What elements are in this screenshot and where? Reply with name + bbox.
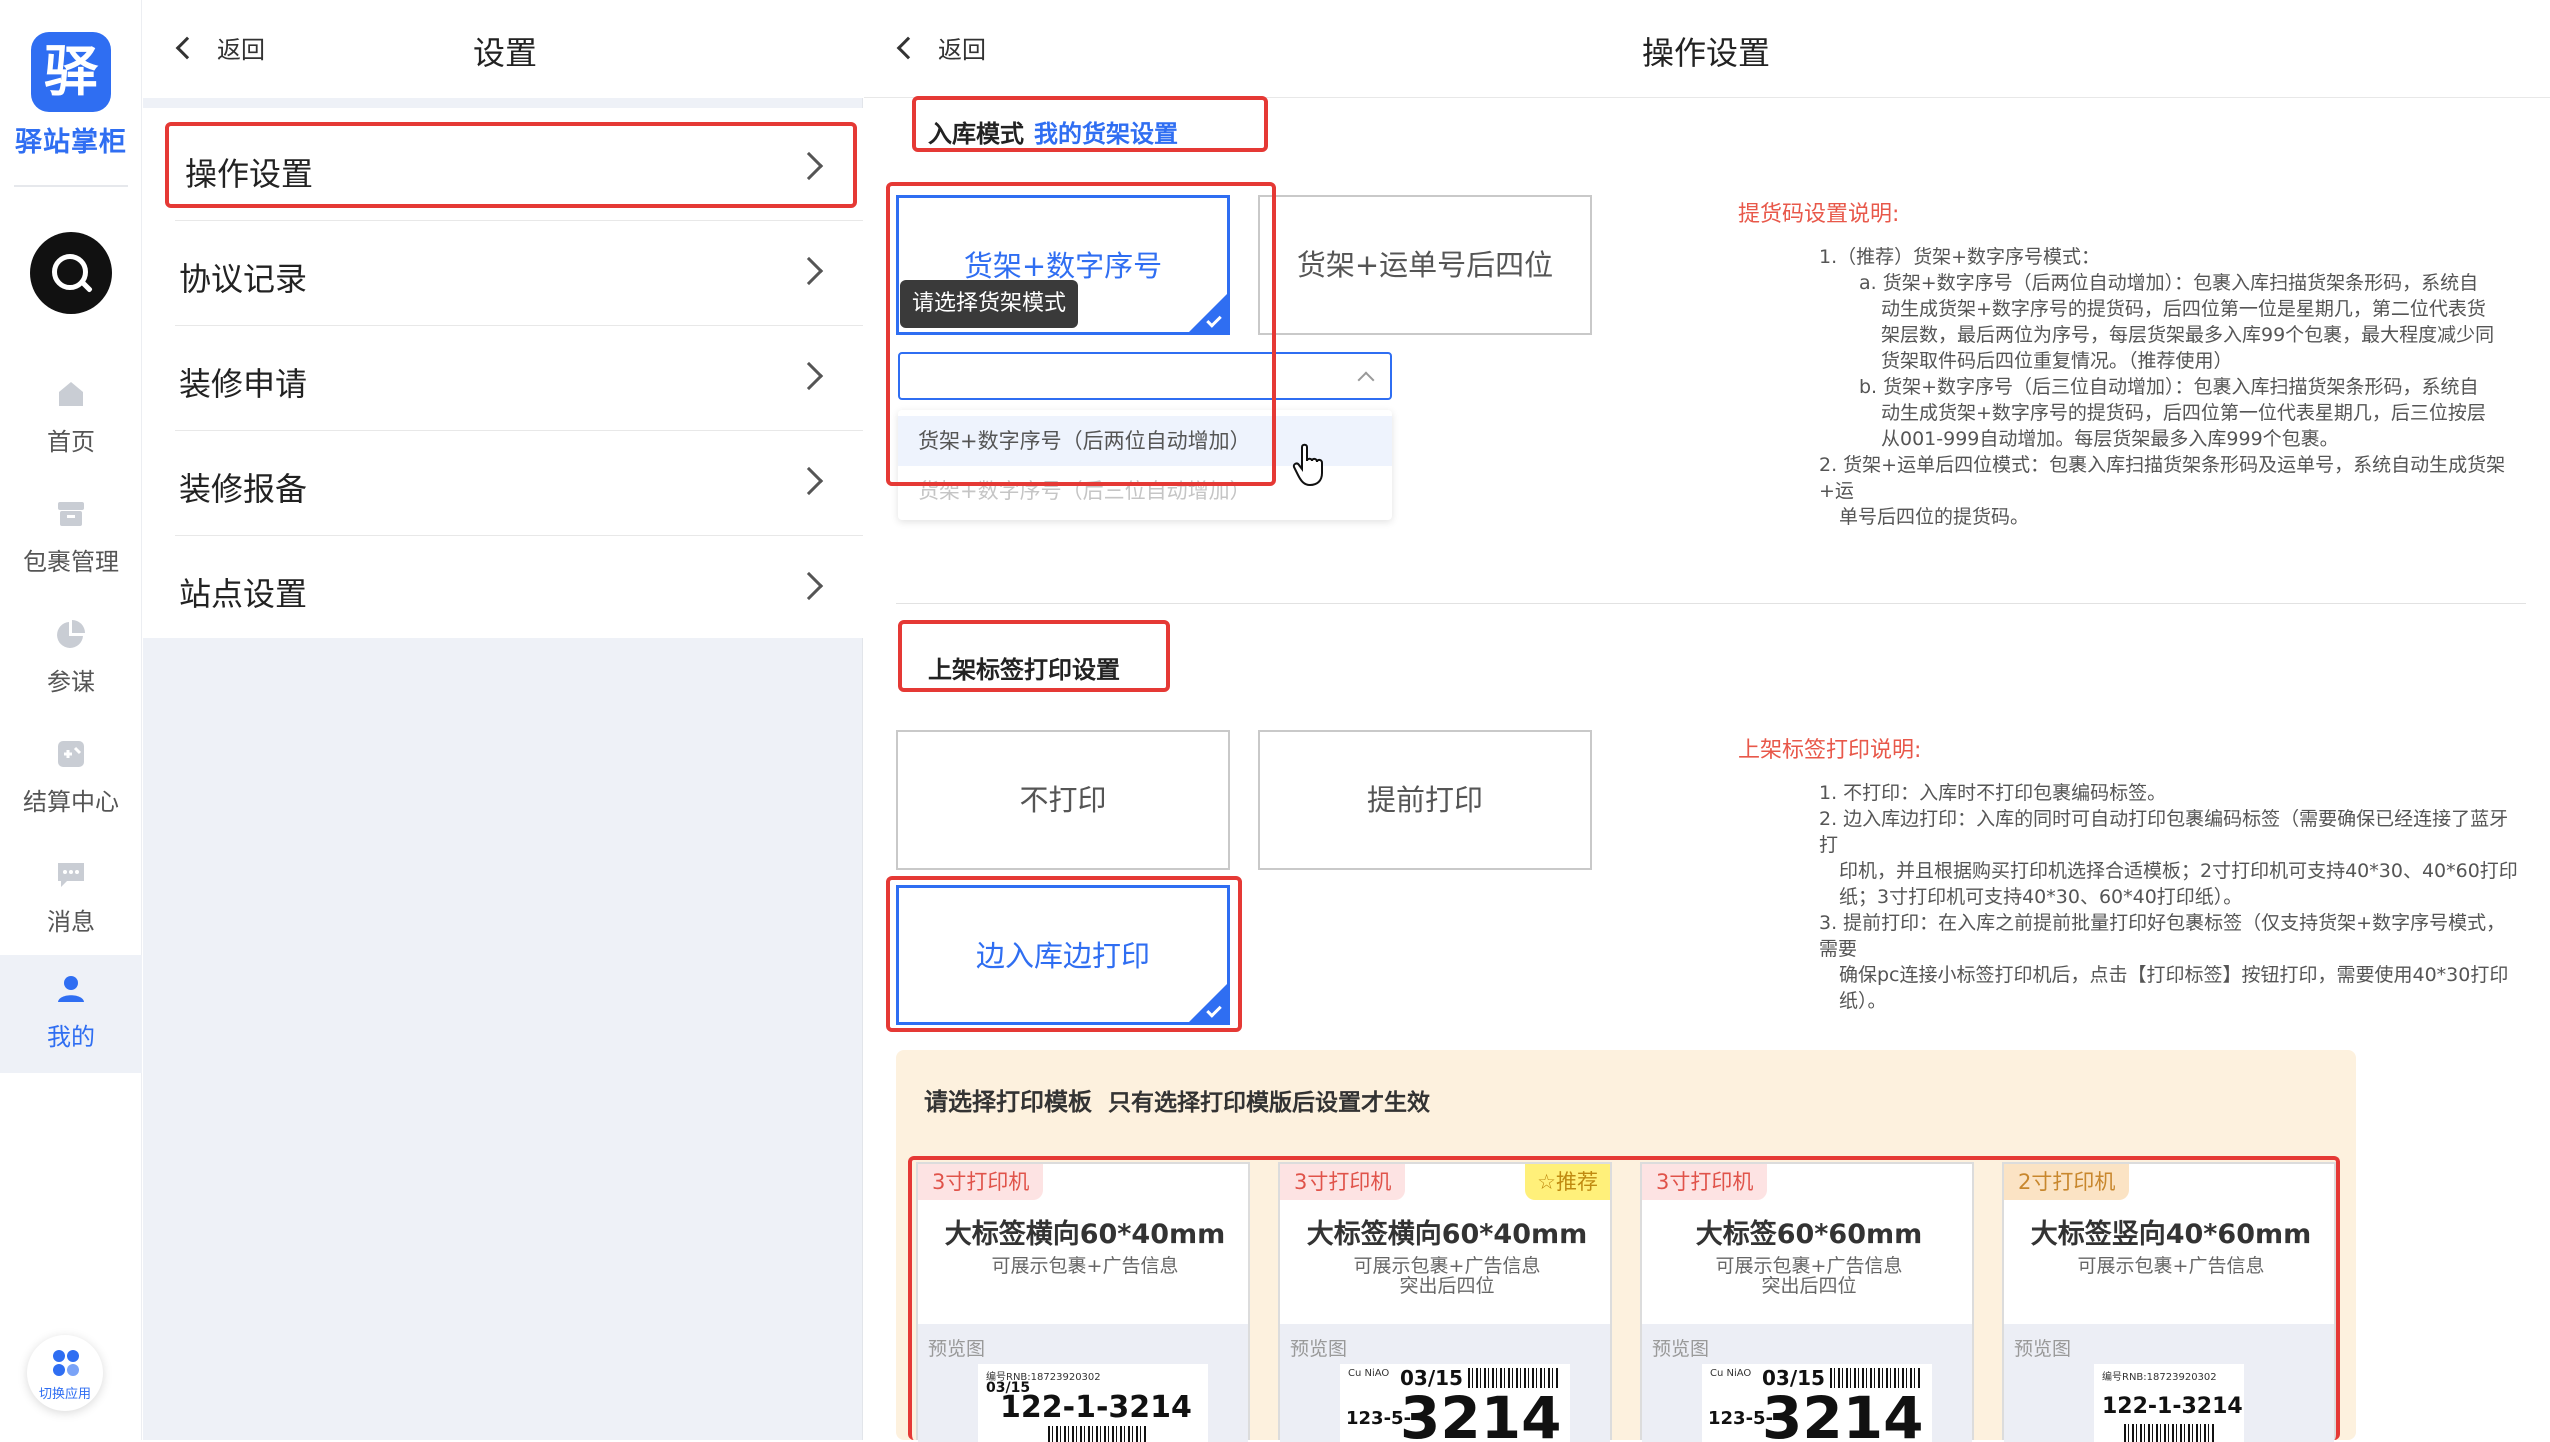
chevron-right-icon (794, 361, 824, 391)
nav-item-label: 消息 (47, 908, 95, 936)
message-icon (58, 863, 84, 887)
nav-item-settlement[interactable]: 结算中心 (0, 720, 142, 838)
package-icon (58, 502, 84, 526)
print-explain-text: 1. 不打印：入库时不打印包裹编码标签。 2. 边入库边打印：入库的同时可自动打… (1819, 782, 2518, 1012)
chevron-left-icon (175, 36, 199, 60)
highlight-box (886, 876, 1242, 1032)
hand-cursor-icon (1292, 443, 1323, 487)
settings-item-label: 协议记录 (179, 260, 308, 298)
switch-app-label: 切换应用 (38, 1387, 91, 1402)
chevron-right-icon (794, 256, 824, 286)
settings-item-label: 装修申请 (179, 365, 308, 403)
apps-grid-icon (53, 1350, 79, 1376)
print-option-none[interactable]: 不打印 (896, 730, 1230, 870)
chevron-up-icon (1357, 371, 1375, 389)
settings-item-renovation-report[interactable]: 装修报备 (175, 431, 863, 536)
app-logo: 驿 (31, 32, 111, 112)
pickup-explain-text: 1.（推荐）货架+数字序号模式： a. 货架+数字序号（后两位自动增加）：包裹入… (1819, 246, 2506, 528)
mode-option-shelf-waybill[interactable]: 货架+运单号后四位 (1258, 195, 1592, 335)
highlight-box (908, 1156, 2340, 1440)
operation-settings-page: 返回 操作设置 入库模式 我的货架设置 货架+数字序号 货架+运单号后四位 请选择… (864, 0, 2550, 1442)
chevron-left-icon (896, 36, 920, 60)
nav-item-label: 参谋 (47, 668, 95, 696)
nav-item-advisor[interactable]: 参谋 (0, 600, 142, 718)
settings-item-agreements[interactable]: 协议记录 (175, 221, 863, 326)
nav-item-label: 我的 (47, 1023, 95, 1051)
nav-item-packages[interactable]: 包裹管理 (0, 480, 142, 598)
highlight-box (898, 620, 1170, 692)
rail-divider (14, 185, 128, 187)
template-subtitle: 只有选择打印模版后设置才生效 (1108, 1090, 1430, 1116)
settlement-icon (58, 741, 84, 767)
app-name: 驿站掌柜 (15, 127, 127, 158)
search-button[interactable] (30, 232, 112, 314)
template-title: 请选择打印模板 只有选择打印模版后设置才生效 (924, 1088, 1430, 1116)
chevron-right-icon (794, 466, 824, 496)
nav-item-messages[interactable]: 消息 (0, 840, 142, 958)
pickup-explain-title: 提货码设置说明: (1738, 202, 1900, 227)
settings-header: 返回 设置 (143, 0, 863, 98)
settings-item-label: 装修报备 (179, 470, 308, 508)
panel-title: 设置 (473, 34, 538, 72)
page-title: 操作设置 (1642, 34, 1771, 72)
home-icon (59, 382, 83, 406)
highlight-box (886, 182, 1276, 486)
settings-item-renovation-apply[interactable]: 装修申请 (175, 326, 863, 431)
user-icon (58, 976, 84, 1002)
settings-item-label: 站点设置 (179, 575, 308, 613)
back-button[interactable]: 返回 (896, 30, 986, 65)
nav-item-label: 首页 (47, 428, 95, 456)
section-divider (896, 603, 2526, 604)
settings-panel: 返回 设置 操作设置 协议记录 装修申请 装修报备 站点设置 (143, 0, 863, 1440)
chevron-right-icon (794, 571, 824, 601)
highlight-box (165, 122, 857, 208)
settings-item-station[interactable]: 站点设置 (175, 536, 863, 641)
print-explain-title: 上架标签打印说明: (1738, 738, 1922, 763)
main-header: 返回 操作设置 (864, 0, 2550, 98)
back-button[interactable]: 返回 (175, 30, 265, 65)
highlight-box (912, 96, 1268, 152)
pie-chart-icon (57, 620, 85, 648)
switch-app-button[interactable]: 切换应用 (27, 1335, 103, 1411)
nav-item-label: 包裹管理 (23, 548, 119, 576)
print-option-advance[interactable]: 提前打印 (1258, 730, 1592, 870)
nav-item-label: 结算中心 (23, 788, 119, 816)
nav-item-home[interactable]: 首页 (0, 360, 142, 478)
nav-rail: 驿 驿站掌柜 首页 包裹管理 参谋 结算中心 消息 我的 切换应用 (0, 0, 142, 1440)
nav-item-mine[interactable]: 我的 (0, 955, 142, 1073)
